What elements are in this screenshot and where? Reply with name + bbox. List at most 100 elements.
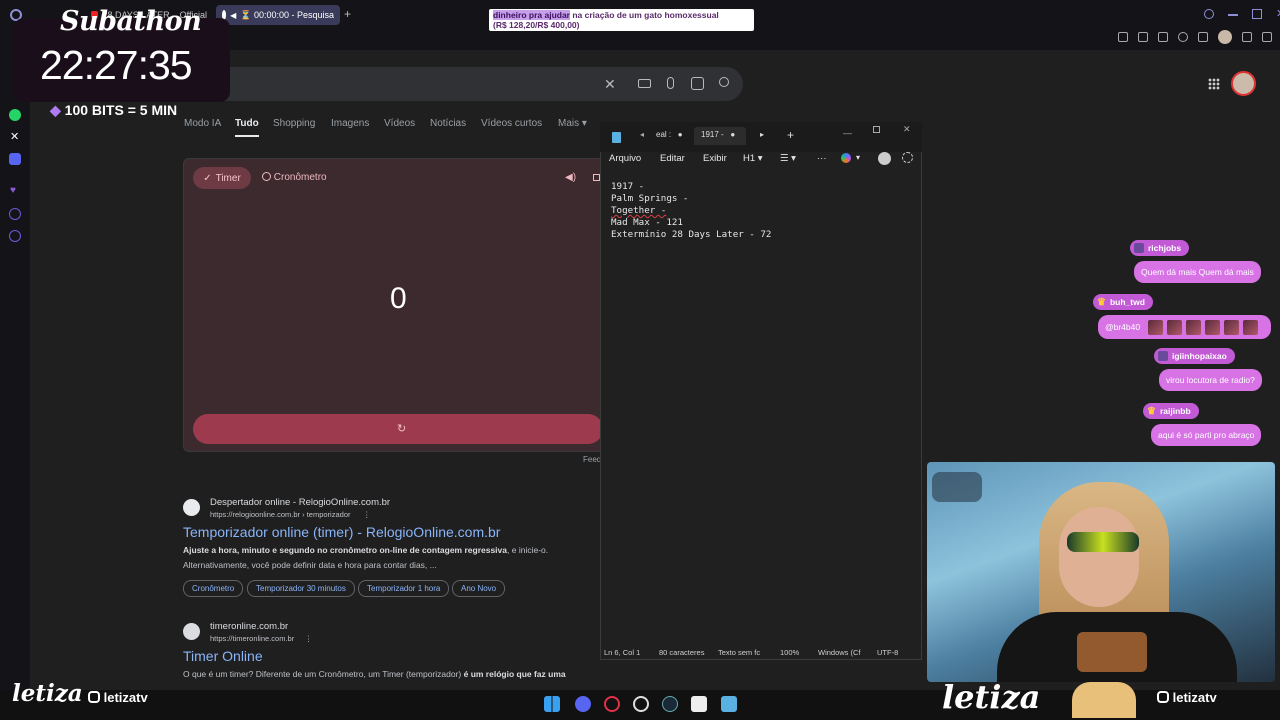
notepad-new-tab[interactable]: + (787, 128, 794, 142)
brand-logo-left: letiza (12, 680, 83, 707)
microphone-icon[interactable] (667, 77, 674, 89)
capcut-icon[interactable] (691, 696, 707, 712)
restore-icon[interactable] (1252, 9, 1262, 19)
extensions-icon[interactable] (1198, 32, 1208, 42)
line: Together - (611, 205, 667, 216)
subathon-title: Subathon (60, 6, 202, 37)
keyboard-icon[interactable] (638, 79, 651, 88)
shirt-print (1077, 632, 1147, 672)
chip-cronometro[interactable]: Cronômetro (183, 580, 244, 597)
chat-username: ♛ buh_twd (1093, 294, 1153, 310)
nav-images[interactable]: Imagens (331, 118, 369, 129)
crown-icon: ♛ (1097, 296, 1106, 308)
x-icon[interactable]: ✕ (10, 130, 19, 143)
notepad-tab-back[interactable]: ◂ (640, 130, 644, 139)
account-icon[interactable] (878, 152, 891, 165)
timeronline-favicon (183, 623, 200, 640)
result-url[interactable]: https://timeronline.com.br ⋮ (210, 634, 312, 643)
google-apps-icon[interactable] (1208, 78, 1220, 90)
menu-edit[interactable]: Editar (660, 153, 685, 164)
history-icon[interactable] (9, 208, 21, 220)
menu-view[interactable]: Exibir (703, 153, 727, 164)
feedback-link[interactable]: Feed (583, 455, 601, 464)
notepad-maximize[interactable] (873, 126, 880, 133)
minimize-icon[interactable] (1228, 14, 1238, 16)
settings-icon[interactable] (9, 230, 21, 242)
timer-display[interactable]: 0 (390, 282, 407, 316)
donation-goal: dinheiro pra ajudar na criação de um gat… (489, 9, 754, 31)
status-format[interactable]: Texto sem fc (718, 648, 760, 657)
result-site-name[interactable]: timeronline.com.br (210, 621, 288, 632)
sound-icon[interactable]: ◀) (565, 172, 576, 183)
nav-videos[interactable]: Vídeos (384, 118, 415, 129)
copilot-icon[interactable] (841, 153, 851, 163)
obs-icon[interactable] (633, 696, 649, 712)
timer-tab[interactable]: ✓ Timer (193, 167, 251, 189)
notepad-taskbar-icon[interactable] (721, 696, 737, 712)
close-icon[interactable]: ✕ (1276, 9, 1280, 20)
steam-icon[interactable] (662, 696, 678, 712)
clear-search-icon[interactable]: ✕ (604, 76, 616, 93)
notepad-settings-icon[interactable] (902, 152, 913, 163)
profile-avatar-icon[interactable] (1218, 30, 1232, 44)
check-icon: ✓ (203, 172, 212, 184)
chip-new-year[interactable]: Ano Novo (452, 580, 506, 597)
nav-all[interactable]: Tudo (235, 118, 259, 137)
line: 1917 - (611, 181, 645, 192)
new-tab-button[interactable]: + (344, 7, 351, 21)
stopwatch-tab[interactable]: Cronômetro (262, 172, 327, 183)
brand-logo-right: letiza (942, 678, 1041, 716)
nav-shopping[interactable]: Shopping (273, 118, 315, 129)
brand-avatar (1072, 682, 1136, 718)
heading-dropdown[interactable]: H1 ▾ (743, 153, 763, 164)
download-icon[interactable] (1242, 32, 1252, 42)
chip-30-minutes[interactable]: Temporizador 30 minutos (247, 580, 355, 597)
list-dropdown[interactable]: ☰ ▾ (780, 153, 796, 164)
browser-tab-search[interactable]: ◀ ⏳ 00:00:00 - Pesquisa (216, 5, 340, 25)
menu-file[interactable]: Arquivo (609, 153, 641, 164)
nav-more[interactable]: Mais ▾ (558, 118, 587, 129)
result-title[interactable]: Temporizador online (timer) - RelogioOnl… (183, 524, 500, 540)
instagram-icon (1157, 691, 1169, 703)
result-url[interactable]: https://relogioonline.com.br › temporiza… (210, 510, 371, 519)
bits-gem-icon: ◆ (50, 102, 61, 118)
result-title[interactable]: Timer Online (183, 648, 263, 664)
more-options-icon[interactable]: ··· (817, 153, 827, 164)
nav-news[interactable]: Notícias (430, 118, 466, 129)
whatsapp-icon[interactable] (9, 109, 21, 121)
heart-sidebar-icon[interactable]: ♥ (10, 185, 16, 196)
discord-icon[interactable] (9, 153, 21, 165)
lens-icon[interactable] (691, 77, 704, 90)
chip-1-hour[interactable]: Temporizador 1 hora (358, 580, 450, 597)
notepad-close[interactable]: ✕ (903, 124, 911, 135)
fullscreen-icon[interactable] (593, 174, 600, 181)
search-icon[interactable] (1204, 9, 1214, 19)
subathon-clock: 22:27:35 (40, 42, 193, 88)
pin-icon[interactable] (1118, 32, 1128, 42)
bits-info: ◆ 100 BITS = 5 MIN (50, 102, 178, 118)
notepad-tab-forward[interactable]: ▸ (760, 130, 764, 139)
result-site-name[interactable]: Despertador online - RelogioOnline.com.b… (210, 497, 390, 508)
status-zoom[interactable]: 100% (780, 648, 799, 657)
emote-icon (1148, 319, 1164, 335)
heart-icon[interactable] (1178, 32, 1188, 42)
opera-gx-icon[interactable] (604, 696, 620, 712)
notepad-tab-2[interactable]: 1917 - ● (701, 130, 735, 139)
reset-button[interactable]: ↻ (193, 414, 603, 444)
windows-start-icon[interactable] (544, 696, 560, 712)
nav-short-videos[interactable]: Vídeos curtos (481, 118, 542, 129)
discord-taskbar-icon[interactable] (575, 696, 591, 712)
search-box[interactable]: ✕ (170, 67, 743, 101)
instagram-handle-left: letizatv (88, 690, 148, 705)
nav-ai-mode[interactable]: Modo IA (184, 118, 221, 129)
notepad-tab-1[interactable]: eal : ● (656, 130, 683, 139)
menu-icon[interactable] (1262, 32, 1272, 42)
chat-message: Quem dá mais Quem dá mais (1134, 261, 1261, 283)
notepad-minimize[interactable]: — (843, 128, 852, 138)
search-icon[interactable] (719, 77, 729, 87)
play-icon[interactable] (1158, 32, 1168, 42)
google-account-avatar[interactable] (1231, 71, 1256, 96)
notepad-editor[interactable]: 1917 - Palm Springs - Together - Mad Max - … (611, 181, 771, 241)
copilot-dropdown[interactable]: ▾ (856, 153, 860, 162)
screenshot-icon[interactable] (1138, 32, 1148, 42)
